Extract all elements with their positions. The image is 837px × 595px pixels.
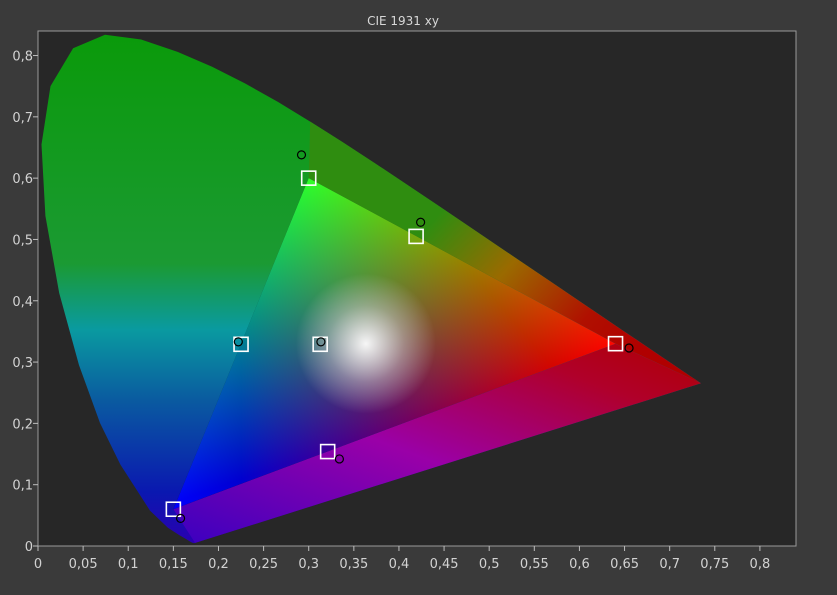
y-tick-label: 0: [25, 540, 33, 555]
y-tick-label: 0,3: [12, 356, 33, 371]
x-tick-label: 0,15: [159, 557, 188, 572]
chart-title: CIE 1931 xy: [367, 14, 439, 28]
y-tick-label: 0,5: [12, 233, 33, 248]
x-tick-label: 0,3: [298, 557, 319, 572]
x-tick-label: 0,55: [520, 557, 549, 572]
x-tick-label: 0,65: [610, 557, 639, 572]
x-tick-label: 0,45: [430, 557, 459, 572]
x-tick-label: 0,25: [249, 557, 278, 572]
x-tick-label: 0: [34, 557, 42, 572]
x-tick-label: 0,35: [339, 557, 368, 572]
y-tick-label: 0,4: [12, 295, 33, 310]
x-tick-label: 0,75: [700, 557, 729, 572]
x-tick-label: 0,6: [569, 557, 590, 572]
x-tick-label: 0,8: [750, 557, 771, 572]
x-tick-label: 0,2: [208, 557, 229, 572]
y-tick-label: 0,2: [12, 417, 33, 432]
x-tick-label: 0,4: [389, 557, 410, 572]
chromaticity-chart: CIE 1931 xy 0 0,05 0,1 0,15 0,2 0,25 0,3 0,35 0,…: [12, 14, 797, 572]
x-tick-label: 0,1: [118, 557, 139, 572]
x-tick-label: 0,05: [69, 557, 98, 572]
y-tick-label: 0,7: [12, 111, 33, 126]
y-tick-label: 0,8: [12, 50, 33, 65]
y-tick-label: 0,6: [12, 172, 33, 187]
x-tick-label: 0,7: [659, 557, 680, 572]
y-tick-label: 0,1: [12, 479, 33, 494]
x-tick-label: 0,5: [479, 557, 500, 572]
